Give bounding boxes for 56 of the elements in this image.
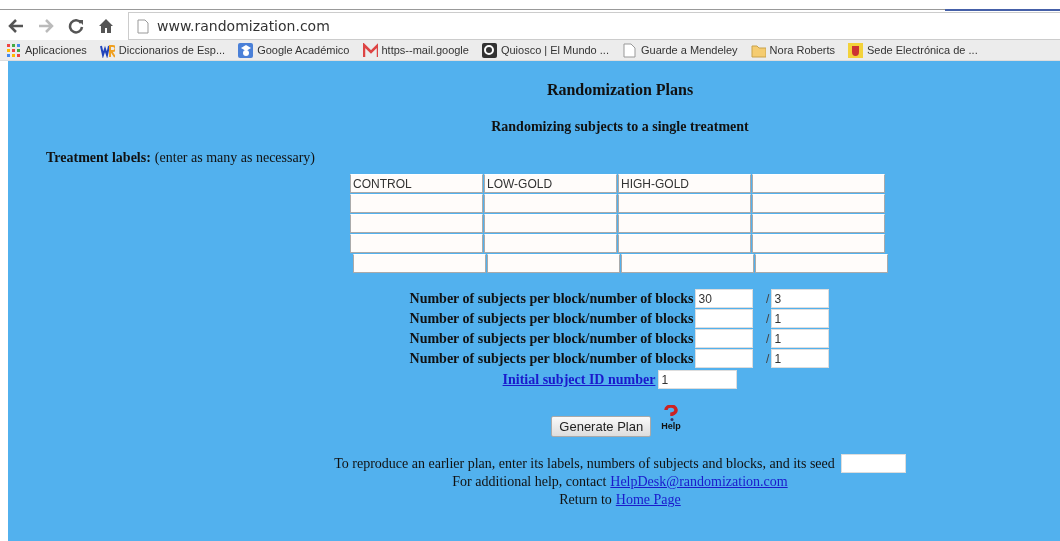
- page-icon: [621, 42, 637, 58]
- email-link[interactable]: HelpDesk@randomization.com: [610, 473, 788, 491]
- apps-grid-icon: [6, 42, 21, 58]
- field-label: Number of subjects per block/number of blocks: [409, 309, 694, 328]
- address-bar[interactable]: www.randomization.com: [128, 12, 1060, 40]
- input-field[interactable]: LOW-GOLD: [484, 174, 617, 193]
- bookmark-item[interactable]: https--mail.google: [362, 42, 469, 58]
- bookmark-item[interactable]: Guarde a Mendeley: [621, 42, 738, 58]
- separator-text: /: [765, 311, 770, 326]
- contact-text: For additional help, contact: [452, 473, 607, 491]
- separator-text: /: [765, 331, 770, 346]
- help-button[interactable]: Help: [661, 405, 681, 431]
- generate-button[interactable]: Generate Plan: [551, 416, 652, 437]
- crest-icon: [848, 42, 863, 58]
- forward-icon[interactable]: [38, 19, 54, 33]
- separator-text: /: [765, 291, 770, 306]
- input-field[interactable]: 3: [771, 289, 830, 308]
- field-label: Treatment labels:: [46, 149, 151, 167]
- home-link[interactable]: Home Page: [615, 491, 681, 509]
- page-subtitle: Randomizing subjects to a single treatment: [490, 118, 750, 136]
- letters-logo-icon: [99, 42, 115, 58]
- separator-text: /: [765, 351, 770, 366]
- input-field[interactable]: 1: [658, 370, 738, 389]
- question-icon: [662, 405, 679, 421]
- input-field[interactable]: [695, 349, 754, 368]
- field-label: Number of subjects per block/number of blocks: [409, 329, 694, 348]
- bookmark-item[interactable]: Google Académico: [238, 42, 350, 58]
- input-field[interactable]: [695, 309, 754, 328]
- page-title: Randomization Plans: [545, 80, 695, 100]
- bookmark-item[interactable]: Diccionarios de Esp...: [99, 42, 226, 58]
- field-label: Number of subjects per block/number of blocks: [409, 349, 694, 368]
- input-field[interactable]: 1: [771, 309, 830, 328]
- field-label: Number of subjects per block/number of blocks: [409, 289, 694, 308]
- cap-logo-icon: [238, 42, 254, 58]
- home-icon[interactable]: [98, 18, 114, 34]
- reload-icon[interactable]: [68, 18, 84, 34]
- page-icon: [137, 18, 149, 34]
- input-field[interactable]: HIGH-GOLD: [618, 174, 751, 193]
- folder-icon: [750, 42, 766, 58]
- return-text: Return to: [559, 491, 612, 509]
- seed-prompt: To reproduce an earlier plan, enter its labels, numbers of subjects and blocks, and its seed: [334, 454, 835, 473]
- bookmark-item[interactable]: Quiosco | El Mundo ...: [481, 42, 609, 58]
- back-icon[interactable]: [8, 19, 24, 33]
- input-field[interactable]: 1: [771, 329, 830, 348]
- input-field[interactable]: 1: [771, 349, 830, 368]
- bookmark-item[interactable]: Sede Electrónica de ...: [848, 42, 978, 58]
- mail-icon: [362, 42, 378, 58]
- square-logo-icon: [481, 42, 497, 58]
- link[interactable]: Initial subject ID number: [502, 371, 656, 388]
- input-field[interactable]: CONTROL: [350, 174, 483, 193]
- hint-text: (enter as many as necessary): [154, 149, 315, 167]
- bookmark-item[interactable]: Nora Roberts: [750, 42, 835, 58]
- input-field[interactable]: [840, 454, 906, 473]
- bookmark-item[interactable]: Aplicaciones: [6, 42, 87, 58]
- input-field[interactable]: [695, 329, 754, 348]
- input-field[interactable]: 30: [695, 289, 754, 308]
